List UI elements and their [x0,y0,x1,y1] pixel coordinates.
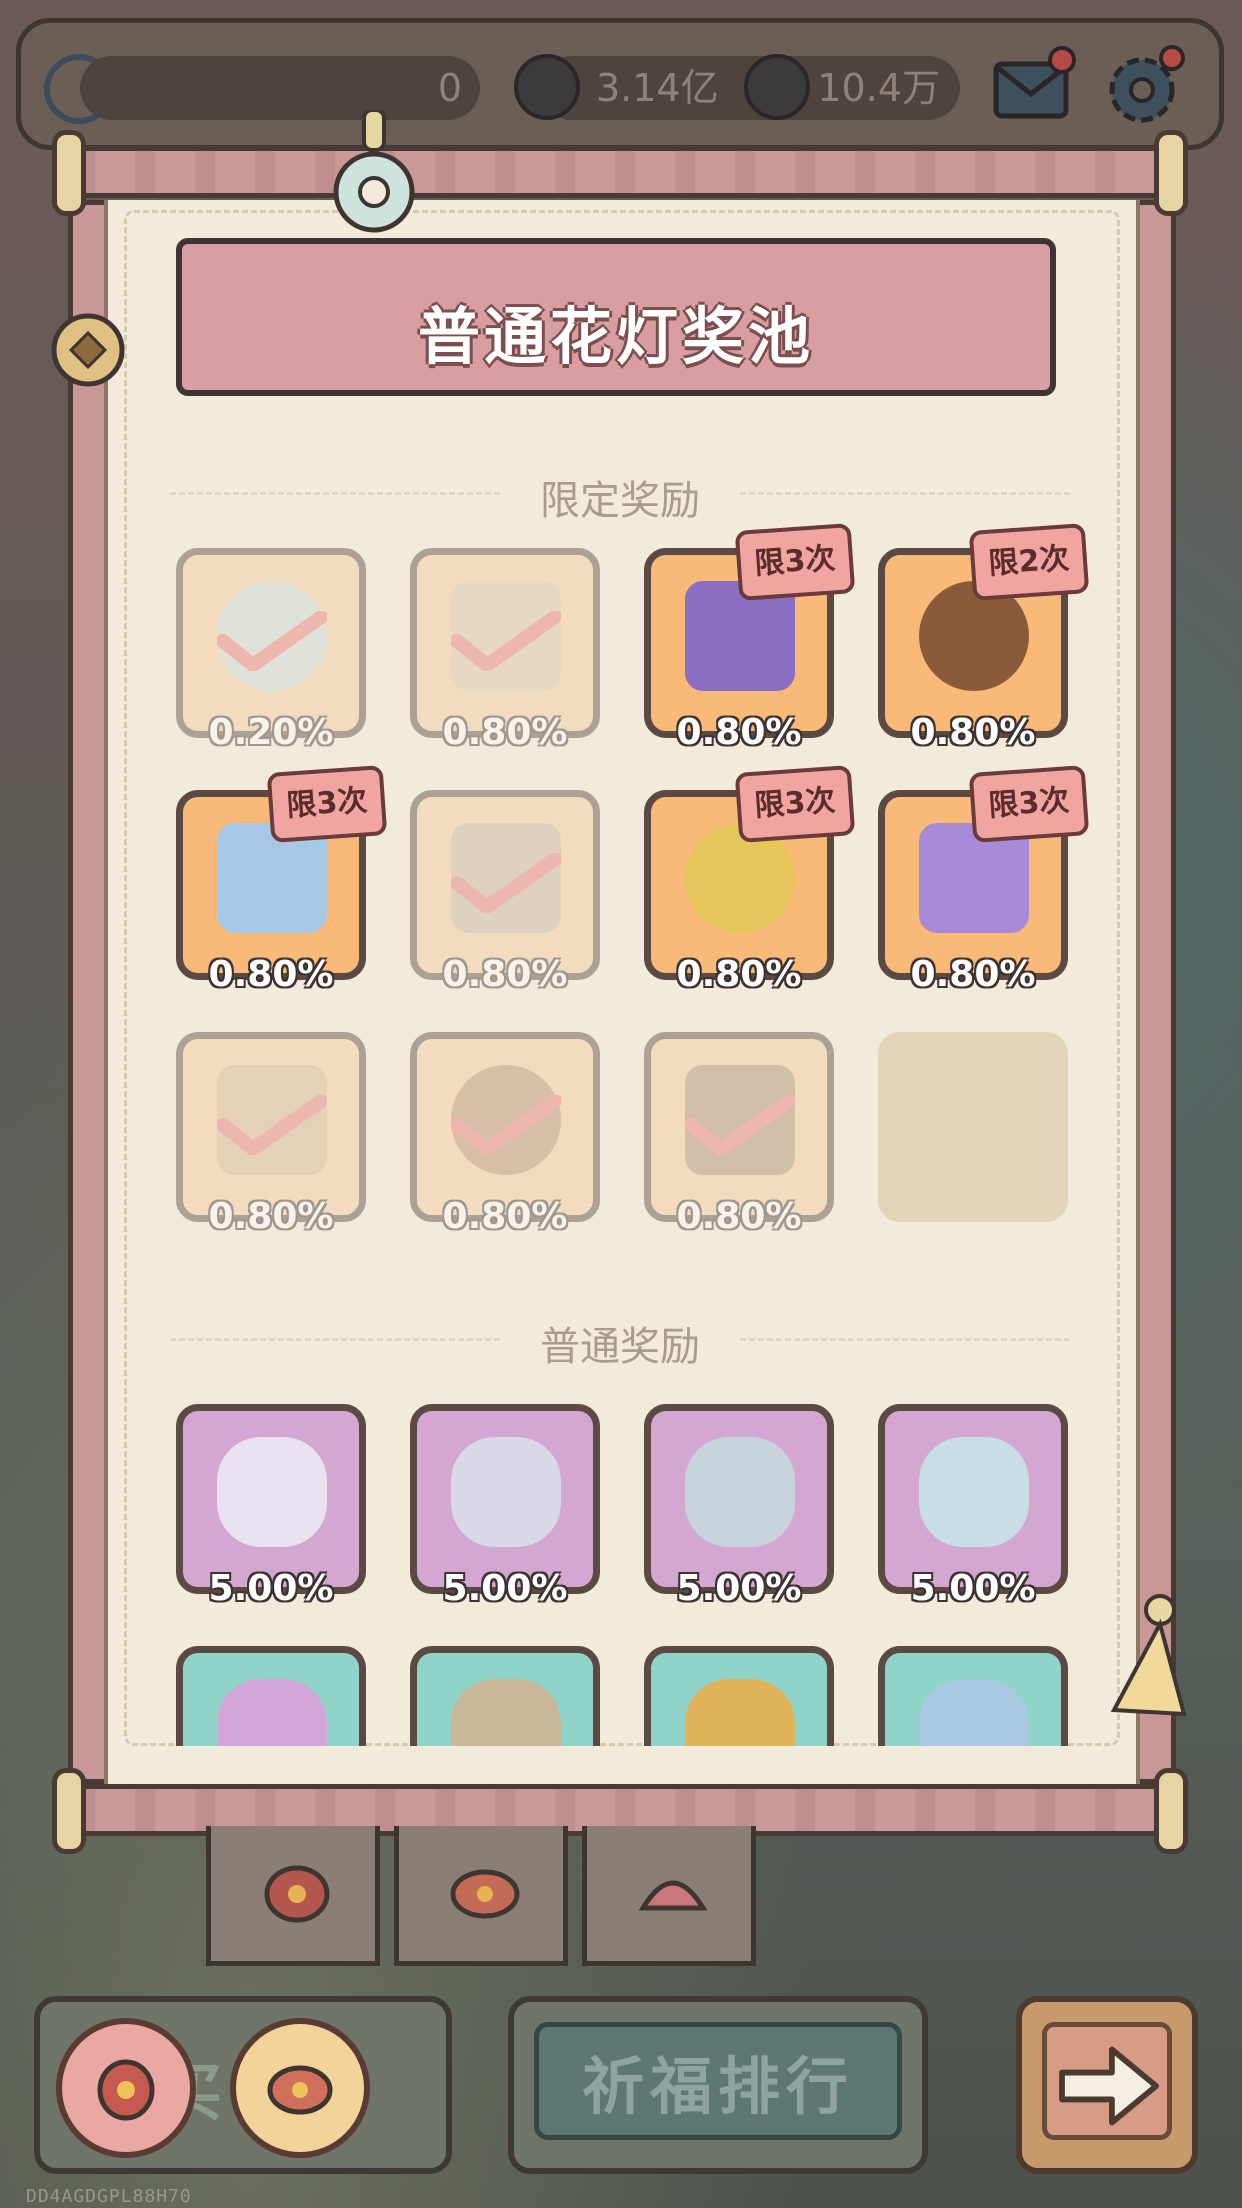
settings-icon[interactable] [1100,44,1186,130]
drop-rate-label: 0.80% [676,954,802,995]
claimed-check-icon [217,611,327,671]
scroll-rod-cap [52,130,86,216]
limit-count-badge: 限2次 [968,523,1090,601]
reward-list[interactable]: 0.20% 0.80% 0.80% 限3次 0.80% 限2次 0.80% 限3次 0.80% 0… [124,520,1120,1746]
ghost-coin-icon [514,54,580,120]
ghost-potion-icon [217,1437,327,1547]
scroll-rod-cap [52,1768,86,1854]
limit-count-badge: 限3次 [734,523,856,601]
machine-icon [451,1679,561,1746]
mail-icon[interactable] [990,44,1076,130]
limited-reward-slot[interactable]: 0.80% 限2次 [878,523,1090,753]
red-lantern-coin-icon[interactable] [56,2018,196,2158]
limit-count-badge: 限3次 [734,765,856,843]
pray-ranking-label: 祈福排行 [581,2050,854,2123]
limited-reward-slot[interactable]: 0.80% [410,790,600,995]
drop-rate-label: 5.00% [442,1568,568,1609]
drop-rate-label: 5.00% [910,1568,1036,1609]
drop-rate-label: 0.80% [910,712,1036,753]
limit-count-badge: 限3次 [968,765,1090,843]
lantern-tab-3[interactable] [582,1826,756,1966]
claimed-check-icon [451,853,561,913]
resource-value-3: 10.4万 [817,66,940,110]
next-button[interactable] [1016,1996,1198,2174]
drop-rate-label: 0.80% [208,954,334,995]
normal-reward-slot[interactable]: 5.00% [644,1404,834,1609]
drop-rate-label: 0.80% [442,954,568,995]
drop-rate-label: 0.80% [208,1196,334,1237]
normal-section-label: 普通奖励 [540,1324,700,1370]
limited-reward-slot[interactable]: 0.80% 限3次 [878,765,1090,995]
snail-potion-icon [451,1437,561,1547]
pool-title-board: 普通花灯奖池 [176,238,1056,396]
claimed-check-icon [217,1095,327,1155]
claimed-check-icon [451,1095,561,1155]
claimed-check-icon [685,1095,795,1155]
limited-reward-slot[interactable]: 0.80% [410,1032,600,1237]
pool-title: 普通花灯奖池 [417,300,814,373]
drop-rate-label: 5.00% [208,1568,334,1609]
mushroom-icon [685,1679,795,1746]
drop-rate-label: 0.80% [442,712,568,753]
fish-lantern-icon [450,1869,520,1919]
scroll-top-rod [70,146,1172,198]
limited-section-label: 限定奖励 [540,478,700,524]
limited-reward-slot[interactable]: 0.80% [176,1032,366,1237]
fish-lantern-coin-icon[interactable] [230,2018,370,2158]
limited-reward-slot[interactable]: 0.20% [176,548,366,753]
red-lantern-icon [97,2059,155,2121]
normal-reward-slot[interactable] [176,1646,366,1746]
drop-rate-label: 0.80% [442,1196,568,1237]
lantern-tab-2[interactable] [394,1826,568,1966]
normal-reward-slot[interactable]: 5.00% [878,1404,1068,1609]
molecule-potion-icon [685,1437,795,1547]
lotus-lantern-icon [638,1880,708,1911]
normal-reward-slot[interactable]: 5.00% [410,1404,600,1609]
normal-section-title: 普通奖励 [170,1314,1070,1372]
hourglass-potion-icon [919,1437,1029,1547]
bottle-icon [919,1679,1029,1746]
limited-reward-slot[interactable]: 0.80% [410,548,600,753]
resource-value-2: 3.14亿 [596,66,719,110]
ticket-roll-icon [217,1679,327,1746]
ghost-bubble-icon [744,54,810,120]
normal-reward-slot[interactable] [644,1646,834,1746]
claimed-check-icon [451,611,561,671]
limit-count-badge: 限3次 [266,765,388,843]
normal-reward-slot[interactable] [878,1646,1068,1746]
normal-reward-slot[interactable] [410,1646,600,1746]
drop-rate-label: 0.80% [910,954,1036,995]
pray-ranking-button[interactable]: 祈福排行 [508,1996,928,2174]
drop-rate-label: 5.00% [676,1568,802,1609]
limited-reward-slot[interactable]: 0.80% 限3次 [176,765,388,995]
drop-rate-label: 0.80% [676,1196,802,1237]
red-lantern-icon [264,1865,330,1923]
normal-reward-slot[interactable]: 5.00% [176,1404,366,1609]
fish-lantern-icon [267,2065,333,2115]
lantern-tab-1[interactable] [206,1826,380,1966]
coin-charm-icon [51,313,125,387]
scroll-rod-cap [1154,1768,1188,1854]
limited-reward-slot[interactable]: 0.80% [644,1032,834,1237]
drop-rate-label: 0.20% [208,712,334,753]
limited-reward-slot[interactable]: 0.80% 限3次 [644,765,856,995]
arrow-right-icon [1059,2046,1159,2126]
limited-section-title: 限定奖励 [170,468,1070,526]
footer-code: DD4AGDGPL88H70 [26,2186,192,2207]
empty-reward-slot [878,1032,1068,1222]
drop-rate-label: 0.80% [676,712,802,753]
limited-reward-slot[interactable]: 0.80% 限3次 [644,523,856,753]
scroll-rod-cap [1154,130,1188,216]
